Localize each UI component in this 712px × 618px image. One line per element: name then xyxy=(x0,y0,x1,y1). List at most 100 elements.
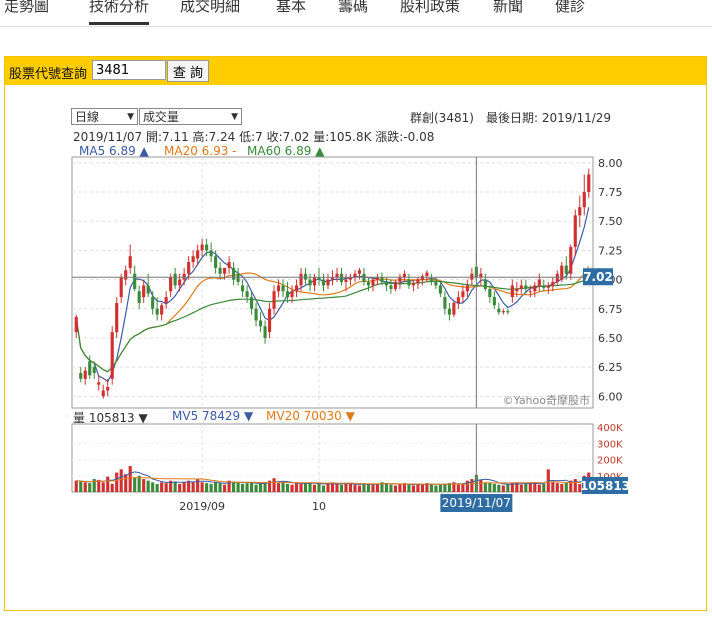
volume-bar xyxy=(560,483,564,492)
candle-body xyxy=(524,285,528,289)
volume-bar xyxy=(321,485,326,492)
candle-body xyxy=(555,273,559,282)
volume-bar xyxy=(348,483,353,492)
candle-body xyxy=(380,277,384,282)
volume-bar xyxy=(501,485,505,492)
volume-bar xyxy=(312,484,317,492)
candle-body xyxy=(479,273,483,278)
volume-bar xyxy=(245,483,249,492)
candle-body xyxy=(79,372,83,379)
candle-body xyxy=(546,285,550,288)
candle-body xyxy=(173,273,177,286)
candle-body xyxy=(366,281,371,286)
candle-body xyxy=(389,285,393,289)
candle-body xyxy=(218,267,222,274)
volume-bar xyxy=(488,483,492,492)
volume-bar xyxy=(551,482,555,492)
volume-bar xyxy=(258,483,263,492)
candle-body xyxy=(564,265,568,274)
volume-bar xyxy=(353,484,357,492)
candle-body xyxy=(402,273,407,278)
candle-body xyxy=(106,386,110,391)
candle-body xyxy=(115,302,119,333)
volume-bar xyxy=(142,479,146,492)
volume-bar xyxy=(519,484,523,492)
candle-body xyxy=(519,285,523,289)
volume-bar xyxy=(137,475,141,492)
candle-body xyxy=(501,311,505,313)
volume-bar xyxy=(281,482,285,492)
candle-body xyxy=(92,367,96,373)
price-tick-label: 6.00 xyxy=(598,390,623,403)
volume-bar xyxy=(438,484,442,492)
volume-bar xyxy=(232,481,236,492)
volume-bar xyxy=(371,484,375,492)
candle-body xyxy=(196,250,200,259)
candle-body xyxy=(227,262,231,268)
volume-bar xyxy=(366,483,371,492)
candle-body xyxy=(205,244,209,251)
candle-body xyxy=(124,270,128,280)
candle-body xyxy=(434,281,438,286)
current-volume-label: 105813 xyxy=(580,479,630,493)
candle-body xyxy=(263,326,267,338)
candle-body xyxy=(160,305,164,315)
candle-body xyxy=(223,267,227,274)
volume-bar xyxy=(303,483,308,492)
candle-body xyxy=(533,285,537,292)
volume-bar xyxy=(470,479,474,492)
volume-bar xyxy=(250,482,254,492)
candle-body xyxy=(142,285,146,298)
candle-body xyxy=(483,279,487,289)
candle-body xyxy=(281,285,285,292)
volume-bar xyxy=(524,483,528,492)
candle-body xyxy=(371,279,375,286)
volume-bar xyxy=(146,480,150,492)
volume-bar xyxy=(456,484,460,492)
candle-body xyxy=(137,291,141,303)
volume-bar xyxy=(164,483,168,492)
candle-body xyxy=(510,285,514,298)
candle-body xyxy=(587,174,591,193)
volume-tick-label: 200K xyxy=(597,456,623,467)
candle-body xyxy=(542,285,546,288)
candle-body xyxy=(528,291,532,293)
candle-body xyxy=(573,215,577,247)
candle-body xyxy=(461,291,465,298)
volume-bar xyxy=(407,484,411,492)
volume-bar xyxy=(151,482,155,492)
candle-body xyxy=(285,291,290,298)
volume-bar xyxy=(88,483,92,492)
volume-bar xyxy=(155,483,159,492)
volume-bar xyxy=(285,483,290,492)
volume-bar xyxy=(335,483,339,492)
volume-bar xyxy=(200,482,204,492)
volume-bar xyxy=(191,481,195,492)
volume-bar xyxy=(160,482,164,492)
candle-body xyxy=(339,273,344,282)
candle-body xyxy=(488,288,492,298)
volume-bar xyxy=(461,483,465,492)
price-tick-label: 7.50 xyxy=(598,215,623,228)
candle-body xyxy=(101,390,105,397)
candle-body xyxy=(582,192,586,208)
candle-body xyxy=(272,291,276,309)
candle-body xyxy=(232,267,236,280)
candle-body xyxy=(182,273,186,280)
candle-body xyxy=(443,297,447,309)
candle-body xyxy=(209,250,213,257)
volume-bar xyxy=(537,484,541,492)
candle-body xyxy=(128,256,132,268)
candle-body xyxy=(200,244,204,251)
volume-bar xyxy=(389,484,393,492)
price-tick-label: 7.25 xyxy=(598,244,623,257)
candle-body xyxy=(407,279,411,286)
volume-bar xyxy=(115,472,119,492)
candle-body xyxy=(290,291,294,298)
volume-bar xyxy=(564,482,568,492)
volume-bar xyxy=(416,483,420,492)
volume-bar xyxy=(299,483,303,492)
candle-body xyxy=(214,256,218,268)
cursor-date-label: 2019/11/07 xyxy=(442,496,511,510)
candle-body xyxy=(178,279,182,286)
